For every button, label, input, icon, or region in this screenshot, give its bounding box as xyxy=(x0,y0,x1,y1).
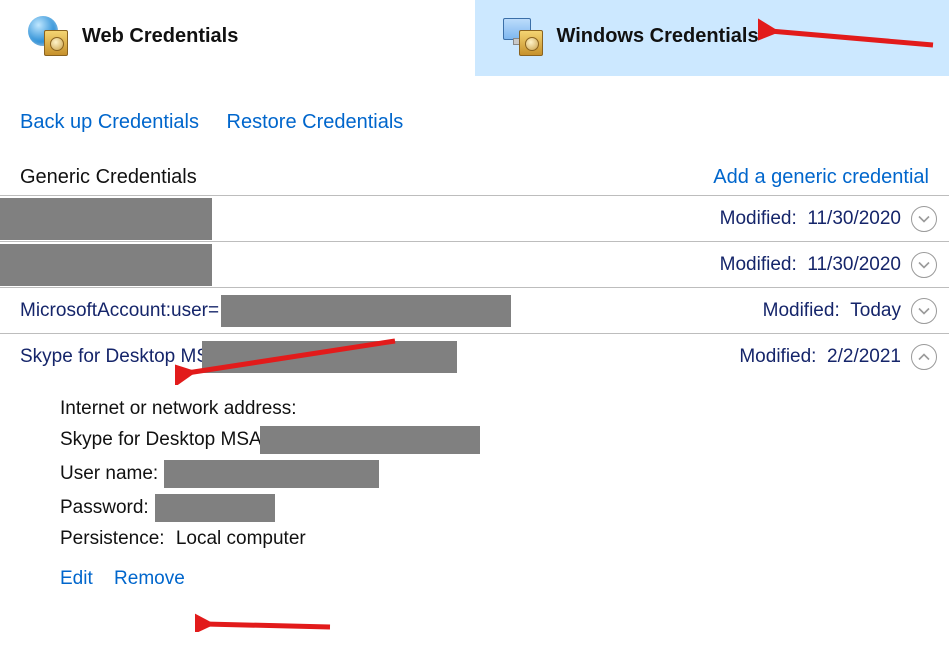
remove-credential-link[interactable]: Remove xyxy=(114,568,185,589)
restore-credentials-link[interactable]: Restore Credentials xyxy=(227,111,404,133)
generic-credentials-header: Generic Credentials Add a generic creden… xyxy=(0,154,949,196)
tab-windows-credentials[interactable]: Windows Credentials xyxy=(475,0,949,76)
credential-name: Skype for Desktop MSA xyxy=(20,341,739,373)
expand-button[interactable] xyxy=(911,252,937,278)
credential-row[interactable]: Modified: 11/30/2020 xyxy=(0,242,949,288)
redacted-block xyxy=(202,341,457,373)
expand-button[interactable] xyxy=(911,298,937,324)
credential-row[interactable]: Skype for Desktop MSA Modified: 2/2/2021 xyxy=(0,334,949,380)
credential-name xyxy=(20,204,720,234)
modified-label: Modified: 11/30/2020 xyxy=(720,254,901,276)
backup-credentials-link[interactable]: Back up Credentials xyxy=(20,111,199,133)
credential-name-text: MicrosoftAccount:user= xyxy=(20,300,219,322)
modified-label: Modified: 2/2/2021 xyxy=(739,346,901,368)
credential-row[interactable]: MicrosoftAccount:user= Modified: Today xyxy=(0,288,949,334)
tab-web-label: Web Credentials xyxy=(82,25,238,48)
detail-actions: Edit Remove xyxy=(60,568,929,590)
redacted-block xyxy=(260,426,480,454)
chevron-down-icon xyxy=(918,305,930,317)
windows-credentials-icon xyxy=(503,16,543,56)
redacted-block xyxy=(0,244,212,286)
tab-web-credentials[interactable]: Web Credentials xyxy=(0,0,475,76)
tab-windows-label: Windows Credentials xyxy=(557,25,759,48)
modified-label: Modified: Today xyxy=(763,300,901,322)
chevron-down-icon xyxy=(918,259,930,271)
detail-address-value: Skype for Desktop MSA xyxy=(60,426,929,454)
redacted-block xyxy=(221,295,511,327)
collapse-button[interactable] xyxy=(911,344,937,370)
detail-persistence: Persistence: Local computer xyxy=(60,528,929,550)
credential-tabs: Web Credentials Windows Credentials xyxy=(0,0,949,77)
web-credentials-icon xyxy=(28,16,68,56)
credential-details: Internet or network address: Skype for D… xyxy=(0,380,949,596)
credential-name xyxy=(20,250,720,280)
redacted-block xyxy=(164,460,379,488)
detail-username: User name: xyxy=(60,460,929,488)
expand-button[interactable] xyxy=(911,206,937,232)
detail-address: Internet or network address: xyxy=(60,398,929,420)
detail-password: Password: xyxy=(60,494,929,522)
credential-row[interactable]: Modified: 11/30/2020 xyxy=(0,196,949,242)
redacted-block xyxy=(0,198,212,240)
add-generic-credential-link[interactable]: Add a generic credential xyxy=(713,166,929,189)
modified-label: Modified: 11/30/2020 xyxy=(720,208,901,230)
chevron-down-icon xyxy=(918,213,930,225)
chevron-up-icon xyxy=(918,351,930,363)
top-actions: Back up Credentials Restore Credentials xyxy=(0,77,949,154)
section-title: Generic Credentials xyxy=(20,166,197,189)
edit-credential-link[interactable]: Edit xyxy=(60,568,93,589)
credential-name-text: Skype for Desktop MSA xyxy=(20,346,222,368)
credential-name: MicrosoftAccount:user= xyxy=(20,295,763,327)
redacted-block xyxy=(155,494,275,522)
